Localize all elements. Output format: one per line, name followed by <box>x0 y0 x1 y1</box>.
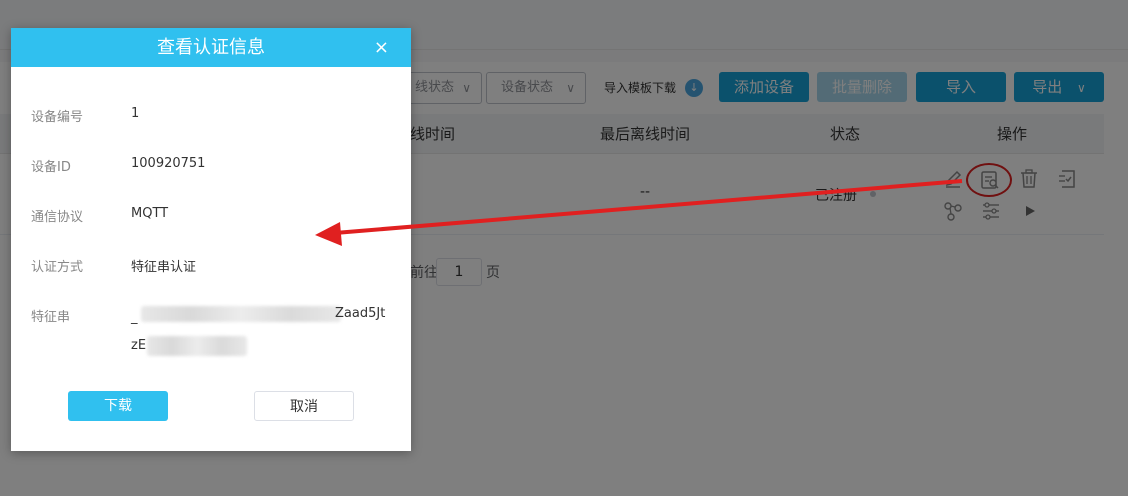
field-value-device-number: 1 <box>131 106 140 121</box>
field-label-feature-string: 特征串 <box>31 310 71 325</box>
field-value-device-id: 100920751 <box>131 156 206 171</box>
field-label-protocol: 通信协议 <box>31 210 84 225</box>
auth-info-dialog: 查看认证信息 × 设备编号 1 设备ID 100920751 通信协议 MQTT… <box>11 28 411 451</box>
feature-string-suffix-1: Zaad5Jt <box>335 306 386 321</box>
dialog-title: 查看认证信息 <box>157 37 265 58</box>
close-icon[interactable]: × <box>374 28 389 67</box>
feature-string-prefix-2: zE <box>131 338 147 353</box>
field-value-protocol: MQTT <box>131 206 169 221</box>
download-button[interactable]: 下载 <box>68 391 168 421</box>
redacted-feature-string-2 <box>147 336 247 356</box>
field-value-auth-method: 特征串认证 <box>131 260 197 275</box>
dialog-header: 查看认证信息 × <box>11 28 411 67</box>
field-label-device-number: 设备编号 <box>31 110 84 125</box>
field-label-device-id: 设备ID <box>31 160 71 175</box>
cancel-button[interactable]: 取消 <box>254 391 354 421</box>
feature-string-prefix-1: _ <box>131 310 138 325</box>
field-label-auth-method: 认证方式 <box>31 260 84 275</box>
redacted-feature-string-1 <box>141 306 341 322</box>
